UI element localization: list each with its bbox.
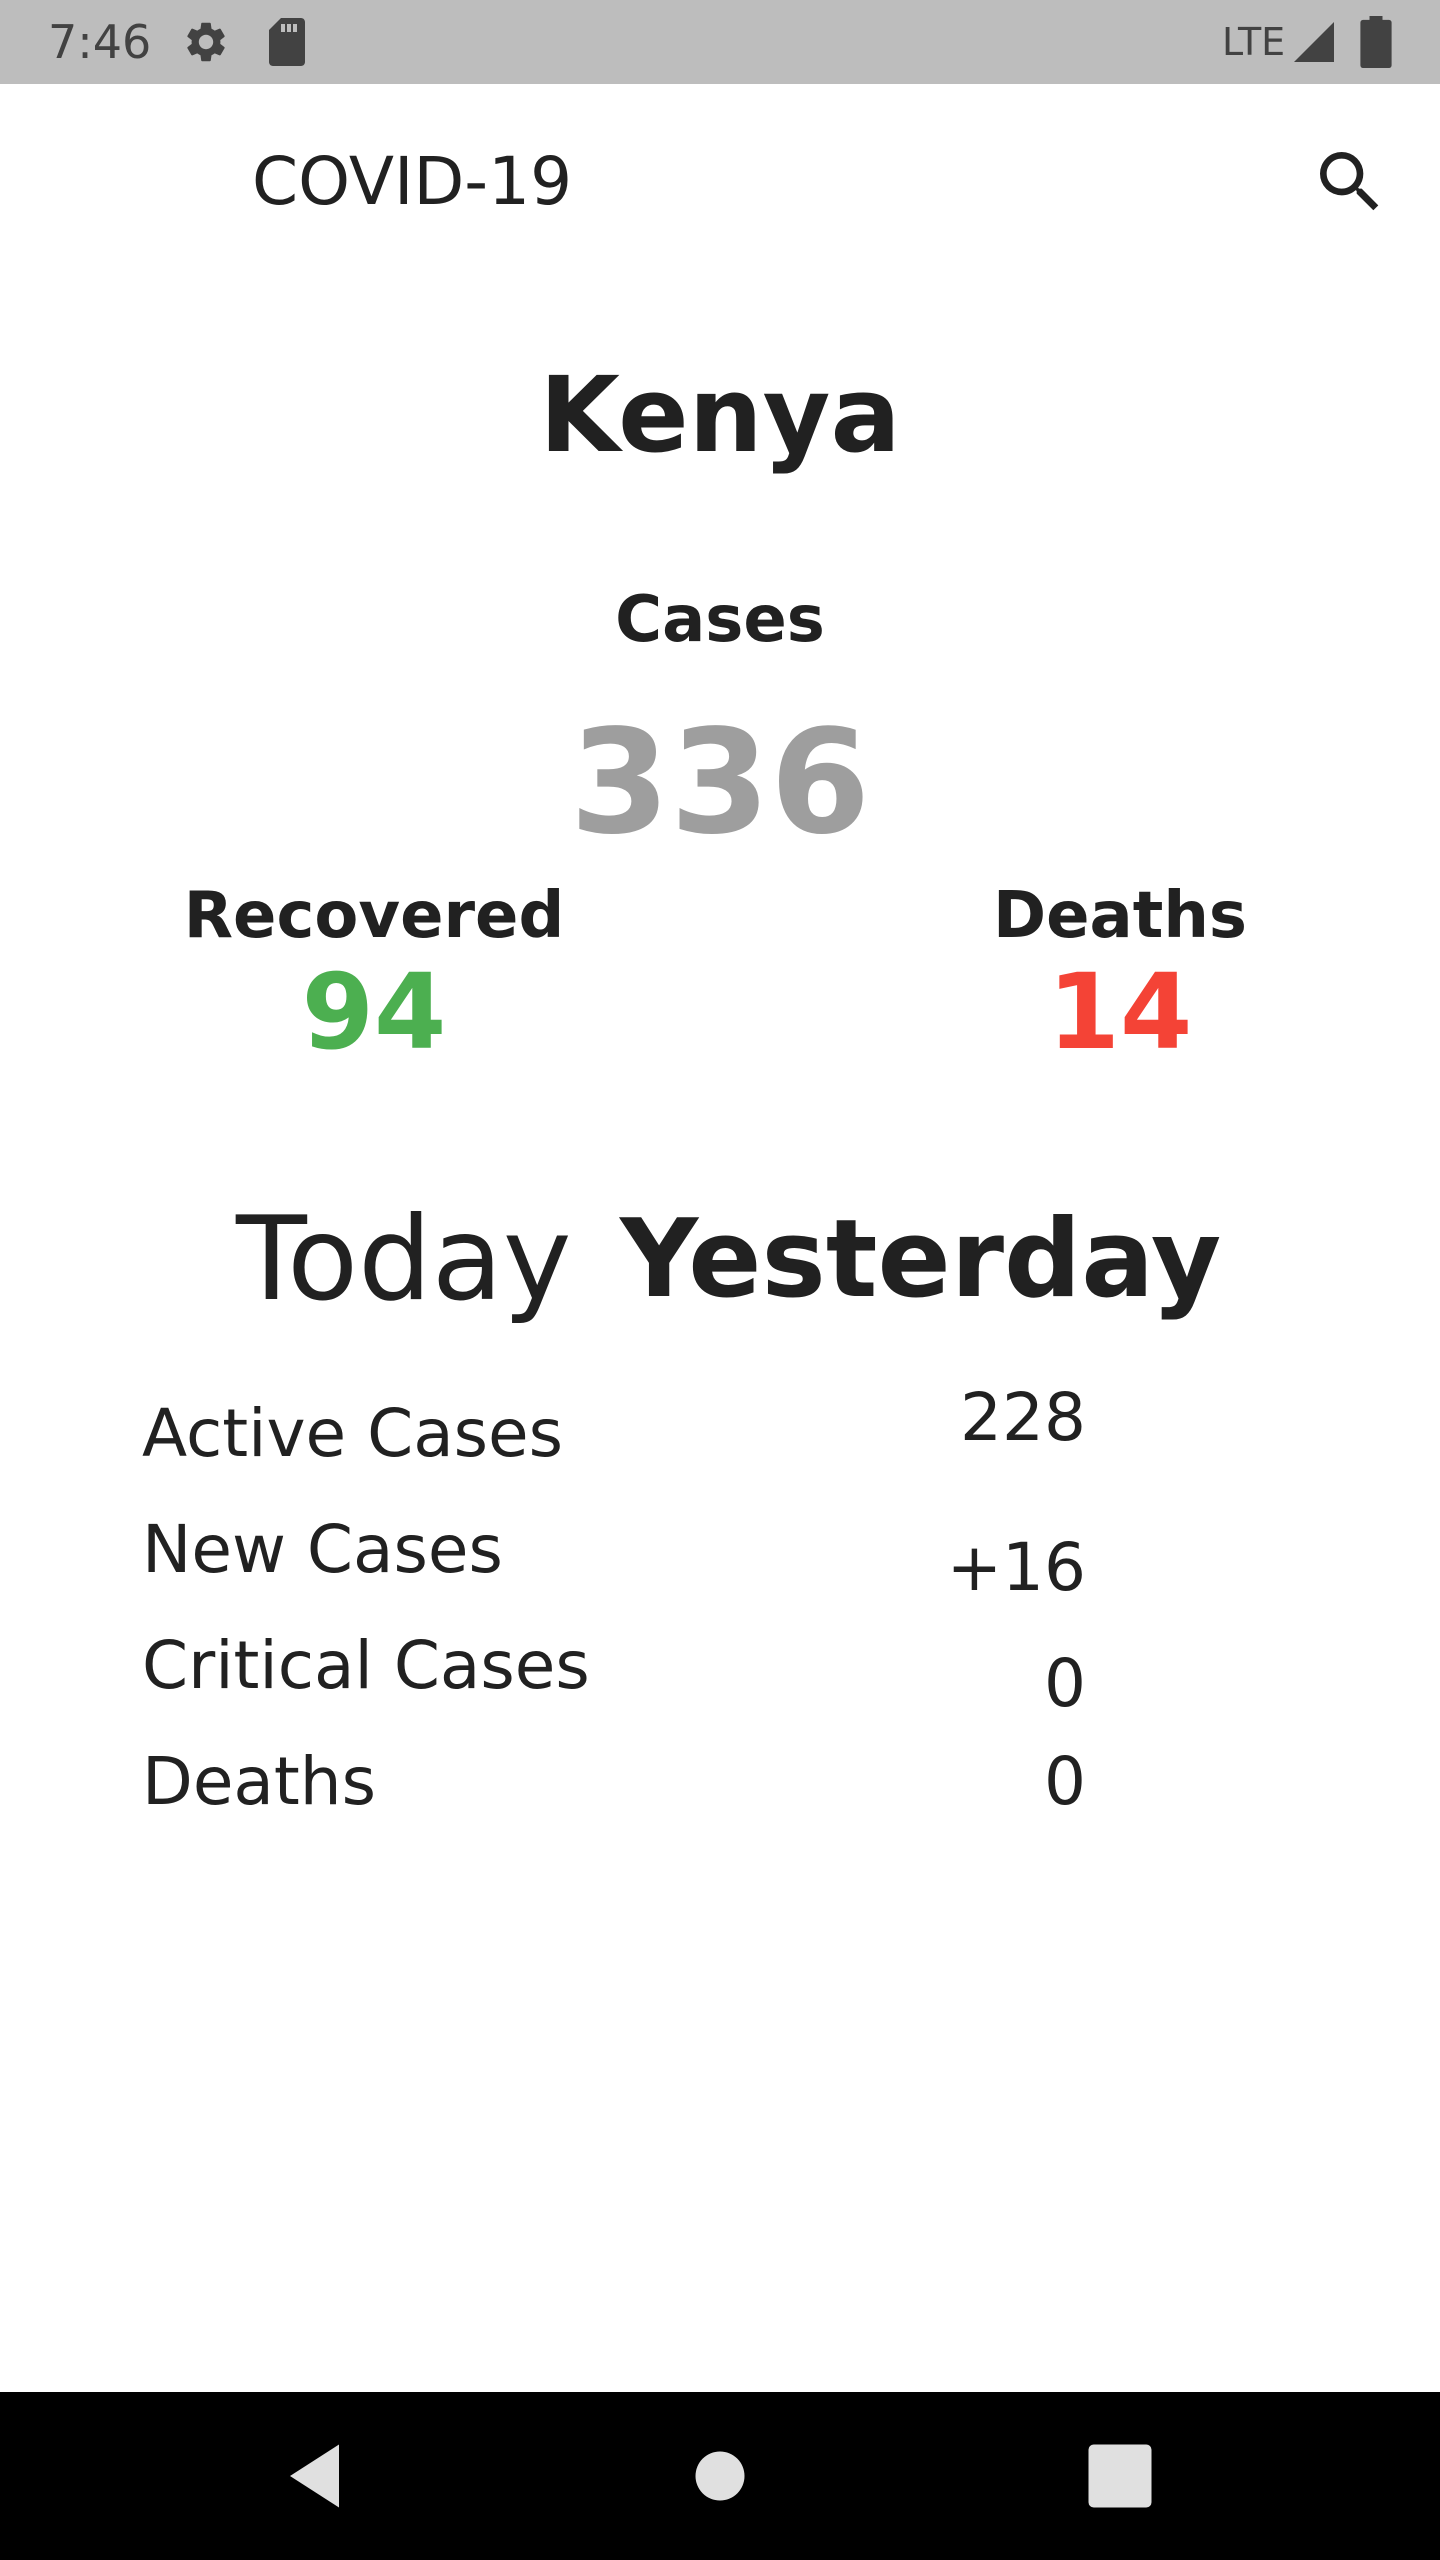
home-icon[interactable] (678, 2434, 762, 2518)
critical-cases-label: Critical Cases (142, 1627, 590, 1704)
deaths-stat: Deaths 14 (870, 876, 1370, 1068)
critical-cases-value: 0 (1044, 1645, 1086, 1722)
navigation-bar (0, 2392, 1440, 2560)
app-title: COVID-19 (252, 143, 573, 220)
recovered-stat: Recovered 94 (124, 876, 624, 1068)
deaths-today-value: 0 (1044, 1743, 1086, 1820)
new-cases-label: New Cases (142, 1511, 503, 1588)
tab-yesterday[interactable]: Yesterday (620, 1190, 1221, 1330)
back-icon[interactable] (276, 2434, 360, 2518)
recovered-value: 94 (301, 951, 447, 1073)
battery-icon (1360, 16, 1392, 68)
sd-card-icon (269, 18, 305, 66)
screen: 7:46 LTE COVID-19 Kenya Cases 336 Recove… (0, 0, 1440, 2560)
country-name: Kenya (539, 354, 901, 476)
active-cases-value: 228 (960, 1379, 1086, 1456)
recents-icon[interactable] (1078, 2434, 1162, 2518)
cases-value: 336 (569, 698, 871, 866)
cases-label: Cases (615, 583, 825, 657)
status-time: 7:46 (48, 15, 152, 69)
recovered-label: Recovered (183, 879, 565, 953)
deaths-today-label: Deaths (142, 1743, 376, 1820)
gear-icon (187, 22, 225, 62)
deaths-label: Deaths (993, 879, 1247, 953)
network-type: LTE (1222, 20, 1286, 64)
status-bar: 7:46 LTE (0, 0, 1440, 84)
search-icon[interactable] (1310, 142, 1390, 222)
new-cases-value: +16 (946, 1529, 1086, 1606)
active-cases-label: Active Cases (142, 1395, 564, 1472)
deaths-value: 14 (1047, 951, 1193, 1073)
tab-today[interactable]: Today (236, 1190, 571, 1330)
signal-icon (1294, 22, 1334, 62)
